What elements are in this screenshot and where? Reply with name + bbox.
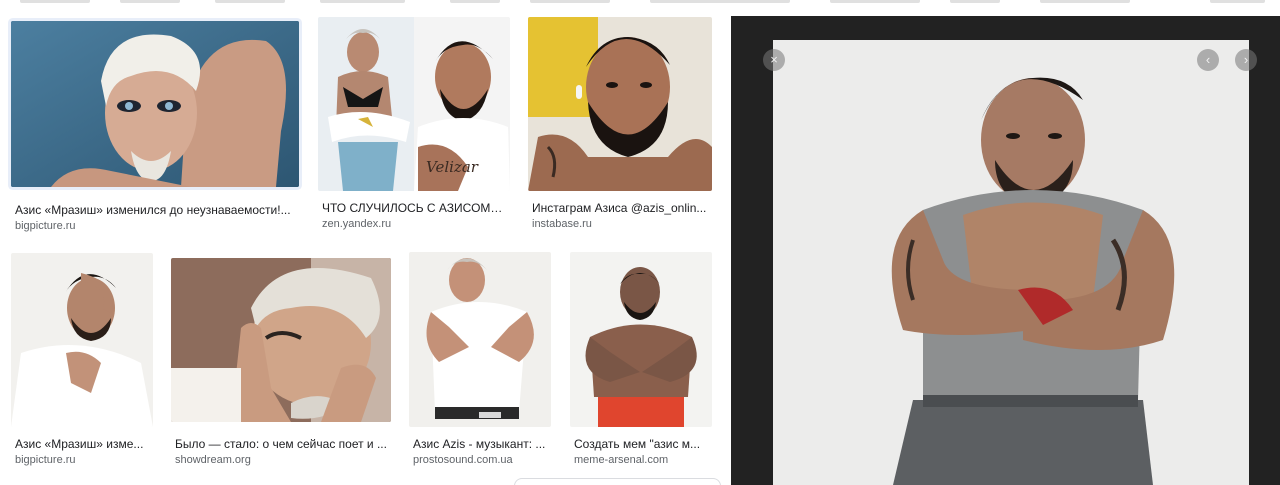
filter-chip[interactable] [20,0,90,3]
filter-chip[interactable] [530,0,610,3]
filter-chip[interactable] [450,0,500,3]
result-title[interactable]: ЧТО СЛУЧИЛОСЬ С АЗИСОМ? ... [322,200,507,216]
image-result-card[interactable]: Азис «Мразиш» изменился до неузнаваемост… [11,21,299,233]
filter-chip[interactable] [320,0,405,3]
result-source[interactable]: zen.yandex.ru [322,217,391,231]
close-icon[interactable]: × [763,49,785,71]
result-source[interactable]: meme-arsenal.com [574,453,668,467]
result-source[interactable]: bigpicture.ru [15,453,76,467]
filter-chip[interactable] [120,0,180,3]
image-result-card[interactable]: Создать мем "азис м... meme-arsenal.com [570,252,712,469]
result-thumbnail[interactable] [171,258,391,422]
chevron-right-icon[interactable]: › [1235,49,1257,71]
filter-chip[interactable] [650,0,790,3]
chevron-left-icon[interactable]: ‹ [1197,49,1219,71]
image-search-results-page: Азис «Мразиш» изменился до неузнаваемост… [0,0,1280,485]
result-title[interactable]: Азис «Мразиш» изменился до неузнаваемост… [15,202,299,218]
result-title[interactable]: Инстаграм Азиса @azis_onlin... [532,200,710,216]
filter-chip[interactable] [1210,0,1265,3]
result-thumbnail[interactable] [570,252,712,427]
image-result-card[interactable]: Азис Azis - музыкант: ... prostosound.co… [409,252,551,469]
result-title[interactable]: Было — стало: о чем сейчас поет и ... [175,436,391,452]
more-results-button[interactable] [514,478,721,485]
result-thumbnail[interactable]: Velizar [318,17,510,191]
preview-image[interactable] [773,40,1249,485]
image-result-card[interactable]: Было — стало: о чем сейчас поет и ... sh… [171,258,391,469]
result-thumbnail[interactable] [409,252,551,427]
result-thumbnail[interactable] [528,17,712,191]
result-source[interactable]: instabase.ru [532,217,592,231]
svg-text:Velizar: Velizar [426,158,479,176]
filter-chip[interactable] [830,0,920,3]
result-thumbnail[interactable] [11,253,153,427]
result-thumbnail[interactable] [11,21,299,187]
image-result-card[interactable]: Инстаграм Азиса @azis_onlin... instabase… [528,17,712,233]
result-title[interactable]: Азис Azis - музыкант: ... [413,436,551,452]
result-title[interactable]: Азис «Мразиш» изме... [15,436,153,452]
result-title[interactable]: Создать мем "азис м... [574,436,712,452]
image-result-card[interactable]: Азис «Мразиш» изме... bigpicture.ru [11,253,153,469]
result-source[interactable]: prostosound.com.ua [413,453,513,467]
filter-chip[interactable] [215,0,285,3]
filter-chip[interactable] [950,0,1000,3]
image-preview-panel: × ‹ › [731,16,1280,485]
filter-chip[interactable] [1040,0,1130,3]
result-source[interactable]: bigpicture.ru [15,219,76,233]
result-source[interactable]: showdream.org [175,453,251,467]
image-result-card[interactable]: Velizar ЧТО СЛУЧИЛОСЬ С АЗИСОМ? ... zen.… [318,17,510,233]
top-filter-bar [0,0,1280,4]
